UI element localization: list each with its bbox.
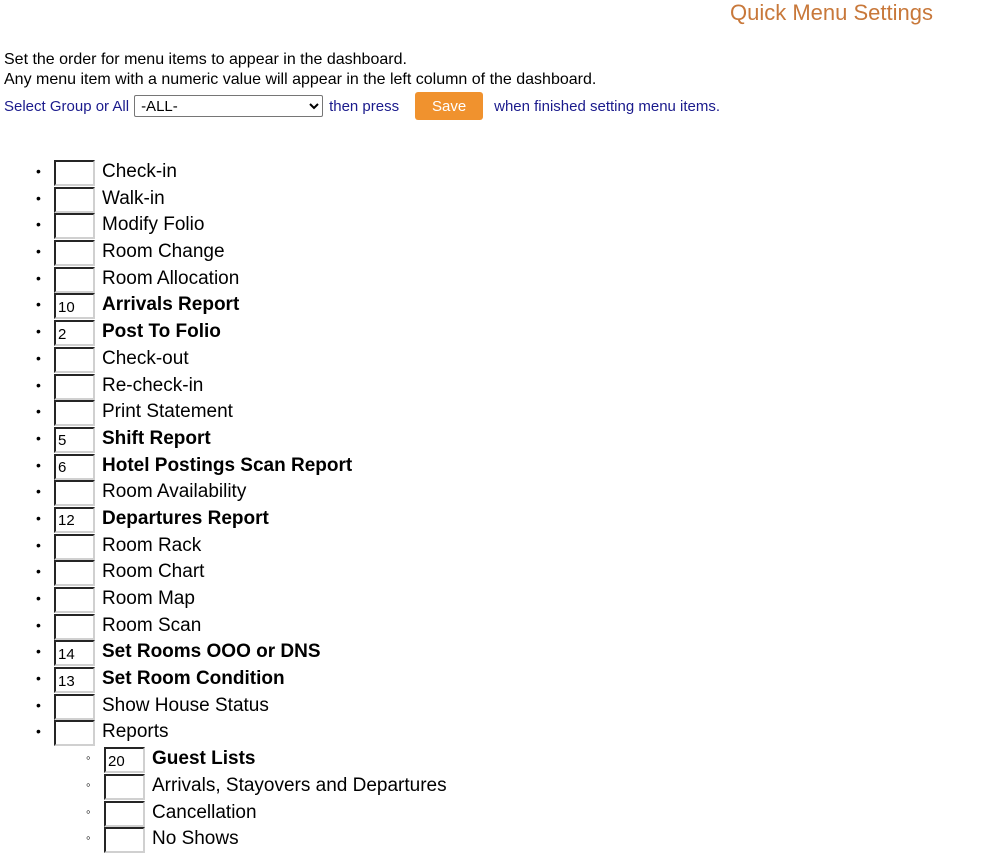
bullet-icon: • <box>36 483 41 500</box>
page-title: Quick Menu Settings <box>730 0 933 25</box>
order-input[interactable] <box>54 240 95 267</box>
order-input[interactable] <box>104 827 145 854</box>
order-input[interactable] <box>54 587 95 613</box>
order-input[interactable] <box>54 640 95 667</box>
menu-item-label: Check-in <box>102 161 177 182</box>
bullet-icon: • <box>36 163 41 179</box>
menu-item-label: Room Availability <box>102 481 247 503</box>
order-input[interactable] <box>54 533 95 560</box>
menu-item-label: Cancellation <box>152 801 257 823</box>
instruction-line-2: Any menu item with a numeric value will … <box>4 71 597 88</box>
bullet-icon: • <box>36 323 41 340</box>
circle-bullet-icon: ◦ <box>86 776 91 792</box>
order-input[interactable] <box>54 213 95 240</box>
menu-item-label: Arrivals, Stayovers and Departures <box>152 774 447 796</box>
menu-item-label: Post To Folio <box>102 321 221 343</box>
order-input[interactable] <box>54 720 95 747</box>
group-controls: Select Group or All -ALL- then press Sav… <box>4 92 720 120</box>
menu-item-label: Shift Report <box>102 427 211 449</box>
quick-menu-settings-page: Quick Menu Settings Set the order for me… <box>0 0 995 854</box>
menu-item-label: Walk-in <box>102 187 165 209</box>
select-group-label: Select Group or All <box>4 97 130 115</box>
menu-item-label: Room Map <box>102 588 195 609</box>
bullet-icon: • <box>36 269 41 286</box>
bullet-icon: • <box>36 616 41 633</box>
order-input[interactable] <box>54 426 95 453</box>
order-input[interactable] <box>54 346 95 373</box>
menu-item-label: Check-out <box>102 347 189 369</box>
circle-bullet-icon: ◦ <box>86 830 91 846</box>
order-input[interactable] <box>54 667 95 694</box>
bullet-icon: • <box>36 509 41 526</box>
order-input[interactable] <box>54 506 95 533</box>
bullet-icon: • <box>36 296 41 313</box>
circle-bullet-icon: ◦ <box>86 750 91 766</box>
bullet-icon: • <box>36 456 41 473</box>
menu-item-label: Arrivals Report <box>102 294 240 316</box>
menu-item-label: Room Chart <box>102 561 205 583</box>
menu-item-label: Room Rack <box>102 534 202 556</box>
menu-item-label: Set Rooms OOO or DNS <box>102 641 321 663</box>
instruction-line-1: Set the order for menu items to appear i… <box>4 51 407 68</box>
order-input[interactable] <box>54 293 95 320</box>
bullet-icon: • <box>36 590 41 606</box>
order-input[interactable] <box>54 186 95 213</box>
order-input[interactable] <box>54 613 95 640</box>
bullet-icon: • <box>36 403 41 420</box>
order-input[interactable] <box>104 800 145 827</box>
bullet-icon: • <box>36 429 41 446</box>
order-input[interactable] <box>54 480 95 507</box>
order-input[interactable] <box>104 747 145 774</box>
order-input[interactable] <box>54 266 95 293</box>
menu-item-label: Guest Lists <box>152 748 256 770</box>
then-press-label: then press <box>329 97 400 115</box>
bullet-icon: • <box>36 670 41 687</box>
bullet-icon: • <box>36 563 41 580</box>
order-input[interactable] <box>54 560 95 587</box>
menu-item-label: Print Statement <box>102 401 233 423</box>
order-input[interactable] <box>54 373 95 400</box>
order-input[interactable] <box>54 453 95 480</box>
menu-item-label: Modify Folio <box>102 214 205 236</box>
order-input[interactable] <box>54 693 95 720</box>
bullet-icon: • <box>36 189 41 206</box>
menu-item-label: Show House Status <box>102 694 269 716</box>
menu-item-label: Hotel Postings Scan Report <box>102 454 353 476</box>
menu-item-label: No Shows <box>152 828 239 850</box>
bullet-icon: • <box>36 643 41 660</box>
save-button[interactable]: Save <box>415 92 484 120</box>
order-input[interactable] <box>54 400 95 427</box>
order-input[interactable] <box>104 773 145 800</box>
group-select[interactable]: -ALL- <box>134 95 324 117</box>
menu-item-label: Reports <box>102 721 169 743</box>
menu-item-label: Re-check-in <box>102 374 204 396</box>
menu-item-label: Set Room Condition <box>102 668 285 690</box>
menu-item-label: Departures Report <box>102 507 269 529</box>
bullet-icon: • <box>36 216 41 233</box>
finished-label: when finished setting menu items. <box>494 97 721 115</box>
menu-item-label: Room Scan <box>102 614 202 636</box>
bullet-icon: • <box>36 723 41 740</box>
bullet-icon: • <box>36 536 41 553</box>
menu-item-label: Room Allocation <box>102 267 240 289</box>
bullet-icon: • <box>36 696 41 713</box>
circle-bullet-icon: ◦ <box>86 803 91 819</box>
order-input[interactable] <box>54 160 95 186</box>
instructions: Set the order for menu items to appear i… <box>4 50 596 90</box>
bullet-icon: • <box>36 376 41 393</box>
bullet-icon: • <box>36 349 41 366</box>
menu-item-label: Room Change <box>102 241 225 263</box>
bullet-icon: • <box>36 243 41 260</box>
order-input[interactable] <box>54 320 95 347</box>
